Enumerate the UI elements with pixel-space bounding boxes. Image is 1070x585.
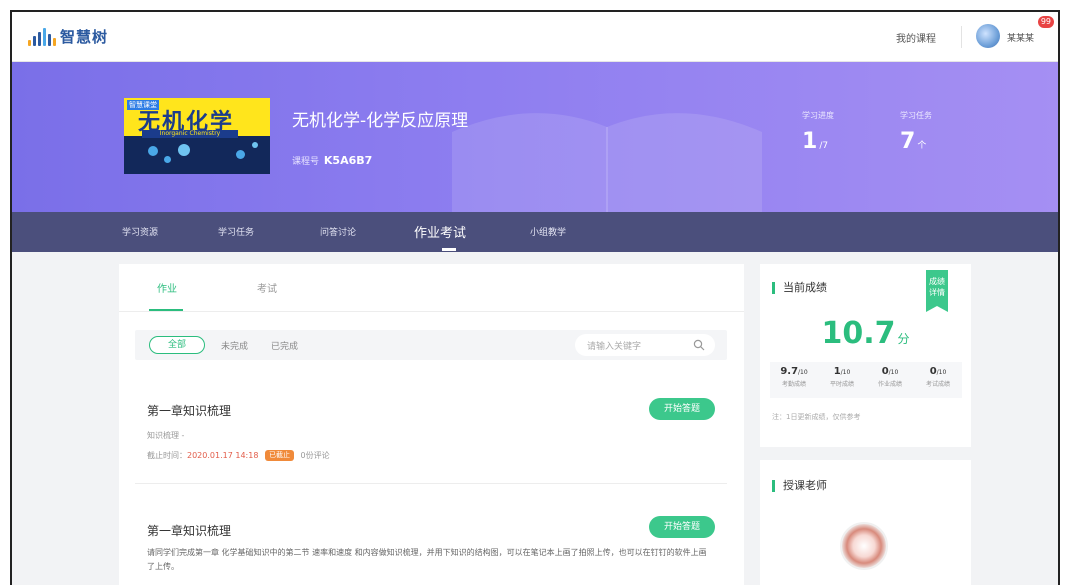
score-item: 9.7/10 考勤成绩 [780,366,808,388]
logo-bar [48,33,51,46]
status-badge: 已截止 [264,450,294,461]
book-watermark-icon [452,113,762,212]
logo-bar [38,31,41,46]
homework-panel: 作业 考试 全部 未完成 已完成 请输入关键字 第一章知识梳理 知识梳理 - 截… [119,264,744,585]
filter-all-button[interactable]: 全部 [149,336,205,354]
course-nav: 学习资源 学习任务 问答讨论 作业考试 小组教学 [12,212,1058,252]
nav-item-tasks[interactable]: 学习任务 [218,225,254,238]
homework-meta: 截止时间：2020.01.17 14:18 已截止 0份评论 [147,450,330,461]
nav-item-homework-exam[interactable]: 作业考试 [414,222,466,241]
deadline-label: 截止时间： [147,451,187,460]
score-value: 10.7 分 [821,316,910,351]
search-placeholder: 请输入关键字 [587,342,642,352]
filter-unfinished[interactable]: 未完成 [221,339,248,352]
homework-title[interactable]: 第一章知识梳理 [147,522,231,539]
header-divider [961,26,962,48]
tab-exam[interactable]: 考试 [257,280,277,295]
search-input[interactable]: 请输入关键字 [575,334,715,356]
logo-bar [53,37,56,46]
logo-bars-icon [28,27,56,46]
course-cover[interactable]: 智慧课堂 无机化学 Inorganic Chemistry [124,98,270,174]
course-code-label: 课程号 [292,157,320,167]
nav-active-indicator [442,248,456,251]
score-item: 0/10 考试成绩 [925,366,950,388]
homework-title[interactable]: 第一章知识梳理 [147,402,231,419]
stat-label: 学习进度 [802,111,834,120]
nav-item-resources[interactable]: 学习资源 [122,225,158,238]
course-code-value: K5A6B7 [323,154,373,167]
tab-active-indicator [149,309,183,311]
teacher-card: 授课老师 [760,460,971,585]
score-breakdown: 9.7/10 考勤成绩 1/10 平时成绩 0/10 作业成绩 0/10 考试成… [770,362,962,398]
homework-card[interactable]: 第一章知识梳理 请同学们完成第一章 化学基础知识中的第二节 速率和速度 和内容做… [135,500,727,585]
comment-count: 0份评论 [300,451,330,460]
score-item: 0/10 作业成绩 [877,366,902,388]
nav-item-discussion[interactable]: 问答讨论 [320,225,356,238]
teacher-title: 授课老师 [772,480,827,492]
notification-badge[interactable]: 99 [1037,16,1054,28]
score-title: 当前成绩 [772,282,827,294]
my-courses-link[interactable]: 我的课程 [896,30,936,45]
start-answer-button[interactable]: 开始答题 [649,516,715,538]
stat-progress: 学习进度 1/7 [802,110,834,154]
score-note: 注：1日更新成绩，仅供参考 [772,413,861,421]
filter-bar: 全部 未完成 已完成 请输入关键字 [135,330,727,360]
course-title: 无机化学-化学反应原理 [292,111,469,131]
filter-finished[interactable]: 已完成 [271,339,298,352]
nav-item-group-teaching[interactable]: 小组教学 [530,225,566,238]
stat-value: 1/7 [802,129,829,154]
score-item: 1/10 平时成绩 [829,366,854,388]
teacher-avatar[interactable] [840,522,888,570]
stat-value: 7个 [900,129,927,154]
homework-card[interactable]: 第一章知识梳理 知识梳理 - 截止时间：2020.01.17 14:18 已截止… [135,376,727,484]
logo-bar [43,27,46,46]
site-logo[interactable]: 智慧树 [28,26,108,47]
logo-text: 智慧树 [60,28,109,46]
top-bar: 智慧树 我的课程 某某某 99 [12,12,1058,62]
deadline-value: 2020.01.17 14:18 [187,451,259,460]
tab-homework[interactable]: 作业 [157,280,177,295]
homework-description: 请同学们完成第一章 化学基础知识中的第二节 速率和速度 和内容做知识梳理，并用下… [147,548,707,571]
score-detail-ribbon[interactable]: 成绩详情 [926,270,948,312]
course-banner: 智慧课堂 无机化学 Inorganic Chemistry 无机化学-化学反应原… [12,62,1058,212]
homework-tabs: 作业 考试 [119,264,744,312]
logo-bar [33,35,36,46]
browser-frame: 智慧树 我的课程 某某某 99 智慧课堂 无机化学 Inorganic Chem… [10,10,1060,585]
homework-summary: 知识梳理 - [147,431,185,440]
search-icon[interactable] [693,339,705,351]
cover-subtitle: Inorganic Chemistry [142,130,238,138]
logo-bar [28,39,31,46]
start-answer-button[interactable]: 开始答题 [649,398,715,420]
stat-tasks: 学习任务 7个 [900,110,932,154]
current-score-card: 当前成绩 成绩详情 10.7 分 9.7/10 考勤成绩 1/10 平时成绩 0/… [760,264,971,447]
user-name[interactable]: 某某某 [1007,31,1034,44]
stat-label: 学习任务 [900,111,932,120]
course-code: 课程号 K5A6B7 [292,154,372,167]
user-avatar[interactable] [976,24,1000,48]
